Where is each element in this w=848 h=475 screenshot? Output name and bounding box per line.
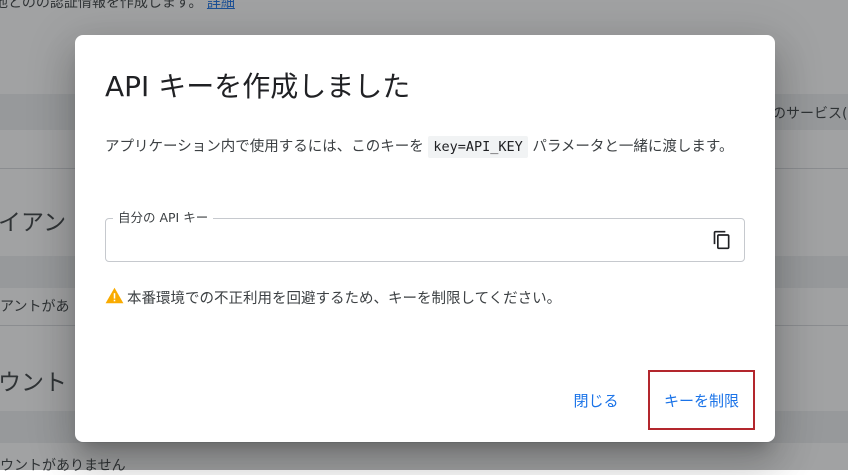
api-key-input[interactable]: [118, 229, 692, 253]
restrict-warning: 本番環境での不正利用を回避するため、キーを制限してください。: [105, 287, 561, 308]
api-key-field: 自分の API キー: [105, 209, 745, 262]
restrict-key-button[interactable]: キーを制限: [648, 370, 755, 430]
warning-text: 本番環境での不正利用を回避するため、キーを制限してください。: [127, 291, 562, 307]
close-button[interactable]: 閉じる: [560, 378, 632, 422]
description-text-end: パラメータと一緒に渡します。: [532, 139, 734, 155]
description-text-start: アプリケーション内で使用するには、このキーを: [105, 139, 424, 155]
copy-icon[interactable]: [712, 230, 732, 250]
key-parameter-code: key=API_KEY: [428, 136, 528, 158]
warning-icon: [105, 287, 127, 308]
api-key-field-label: 自分の API キー: [113, 209, 214, 227]
dialog-description: アプリケーション内で使用するには、このキーを key=API_KEY パラメータ…: [105, 135, 745, 160]
api-key-created-dialog: API キーを作成しました アプリケーション内で使用するには、このキーを key…: [75, 35, 775, 442]
dialog-title: API キーを作成しました: [105, 70, 411, 103]
